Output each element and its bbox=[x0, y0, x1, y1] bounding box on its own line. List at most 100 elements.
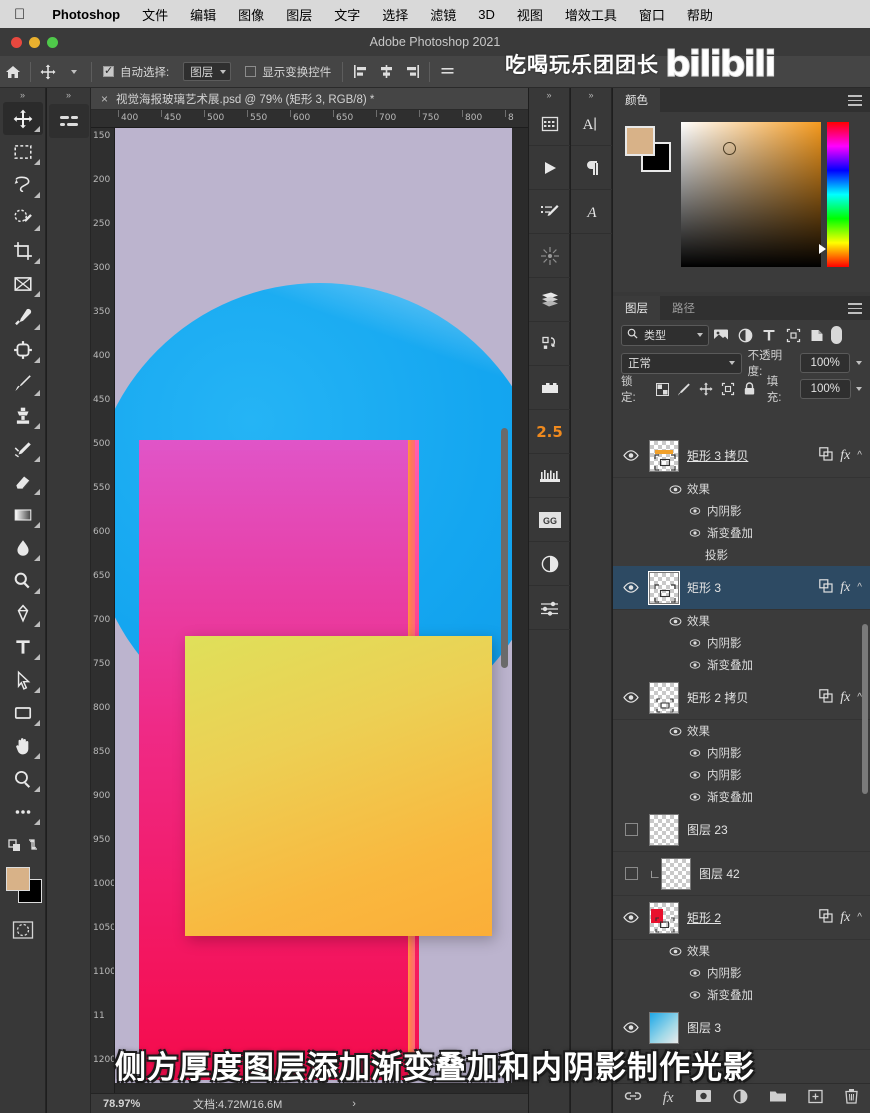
auto-select-option[interactable]: 自动选择: bbox=[96, 56, 176, 88]
eye-icon[interactable] bbox=[613, 1022, 649, 1033]
eye-icon[interactable] bbox=[688, 771, 702, 779]
table-row[interactable]: 矩形 2 拷贝 fx ^ bbox=[613, 676, 870, 720]
layer-thumbnail[interactable] bbox=[649, 901, 679, 934]
layer-effect-item[interactable]: 渐变叠加 bbox=[613, 654, 870, 676]
layer-effect-item[interactable]: 内阴影 bbox=[613, 632, 870, 654]
edit-toolbar-tool[interactable] bbox=[3, 795, 43, 828]
eye-icon[interactable] bbox=[613, 912, 649, 923]
show-transform-checkbox[interactable] bbox=[245, 66, 257, 77]
crop-tool[interactable] bbox=[3, 234, 43, 267]
spot-healing-brush-tool[interactable] bbox=[3, 333, 43, 366]
auto-select-checkbox[interactable] bbox=[103, 64, 114, 77]
eye-icon[interactable] bbox=[668, 946, 682, 956]
layer-effect-item[interactable]: 渐变叠加 bbox=[613, 786, 870, 808]
delete-layer-icon[interactable] bbox=[844, 1088, 859, 1109]
table-row[interactable]: 图层 3 bbox=[613, 1006, 870, 1050]
artboard[interactable] bbox=[115, 128, 512, 1083]
menu-item-image[interactable]: 图像 bbox=[227, 5, 275, 24]
layer-filter-kind-select[interactable]: 类型 bbox=[621, 324, 709, 346]
layer-thumbnail[interactable] bbox=[649, 681, 679, 714]
menu-item-window[interactable]: 窗口 bbox=[628, 5, 676, 24]
align-right-icon[interactable] bbox=[399, 56, 425, 88]
fx-icon[interactable]: fx bbox=[840, 448, 850, 464]
auto-select-scope-select[interactable]: 图层 bbox=[176, 56, 238, 88]
eye-icon[interactable] bbox=[613, 692, 649, 703]
eye-icon[interactable] bbox=[668, 726, 682, 736]
layer-thumbnail[interactable] bbox=[649, 1011, 679, 1044]
tab-color[interactable]: 颜色 bbox=[613, 88, 660, 112]
eye-icon[interactable] bbox=[688, 639, 702, 647]
rectangular-marquee-tool[interactable] bbox=[3, 135, 43, 168]
eraser-tool[interactable] bbox=[3, 465, 43, 498]
sparkle-icon[interactable] bbox=[529, 234, 570, 278]
character-panel-icon[interactable] bbox=[529, 102, 570, 146]
layer-thumbnail[interactable] bbox=[649, 439, 679, 472]
layer-effect-item[interactable]: 内阴影 bbox=[613, 742, 870, 764]
fx-icon[interactable]: fx bbox=[840, 690, 850, 706]
eye-icon[interactable] bbox=[688, 507, 702, 515]
filter-toggle-icon[interactable] bbox=[829, 324, 843, 346]
paragraph-icon[interactable] bbox=[571, 146, 612, 190]
lock-all-icon[interactable] bbox=[741, 380, 758, 398]
menu-item-edit[interactable]: 编辑 bbox=[179, 5, 227, 24]
menu-item-3d[interactable]: 3D bbox=[467, 7, 506, 22]
version-badge[interactable]: 2.5 bbox=[529, 410, 570, 454]
tab-layers[interactable]: 图层 bbox=[613, 296, 660, 320]
chevron-up-icon[interactable]: ^ bbox=[857, 912, 862, 923]
color-field[interactable] bbox=[681, 122, 821, 267]
table-row[interactable]: 矩形 3 fx ^ bbox=[613, 566, 870, 610]
dodge-tool[interactable] bbox=[3, 564, 43, 597]
layer-effect-item[interactable]: 内阴影 bbox=[613, 962, 870, 984]
eye-icon[interactable] bbox=[613, 582, 649, 593]
eyedropper-tool[interactable] bbox=[3, 300, 43, 333]
link-icon[interactable] bbox=[819, 579, 833, 596]
frame-tool[interactable] bbox=[3, 267, 43, 300]
opacity-value[interactable]: 100% bbox=[800, 353, 850, 373]
menu-item-file[interactable]: 文件 bbox=[131, 5, 179, 24]
apple-icon[interactable]:  bbox=[14, 7, 25, 22]
panel-menu-icon[interactable] bbox=[848, 303, 862, 317]
canvas-vertical-scrollbar[interactable] bbox=[501, 428, 508, 668]
layer-name[interactable]: 矩形 3 bbox=[687, 579, 819, 596]
layer-name[interactable]: 矩形 2 拷贝 bbox=[687, 689, 819, 706]
layer-name[interactable]: 图层 42 bbox=[699, 865, 870, 882]
move-tool[interactable] bbox=[2, 102, 43, 135]
lock-image-icon[interactable] bbox=[676, 380, 693, 398]
shape-filter-icon[interactable] bbox=[781, 324, 805, 346]
new-adjustment-layer-icon[interactable] bbox=[733, 1089, 748, 1109]
table-row[interactable]: 矩形 3 拷贝 fx ^ bbox=[613, 434, 870, 478]
menu-item-filter[interactable]: 滤镜 bbox=[419, 5, 467, 24]
blend-mode-select[interactable]: 正常 bbox=[621, 352, 742, 374]
visibility-checkbox[interactable] bbox=[613, 867, 649, 880]
link-icon[interactable] bbox=[819, 909, 833, 926]
close-icon[interactable]: × bbox=[101, 92, 108, 106]
gg-plugin-icon[interactable]: GG bbox=[529, 498, 570, 542]
minimize-button[interactable] bbox=[29, 36, 40, 48]
table-row[interactable]: ∟ 图层 42 bbox=[613, 852, 870, 896]
layer-effects-group[interactable]: 效果 bbox=[613, 610, 870, 632]
menu-item-photoshop[interactable]: Photoshop bbox=[41, 7, 131, 22]
fx-icon[interactable]: fx bbox=[840, 910, 850, 926]
hue-slider-marker[interactable] bbox=[819, 244, 826, 254]
path-selection-tool[interactable] bbox=[3, 663, 43, 696]
eye-icon[interactable] bbox=[668, 616, 682, 626]
tab-paths[interactable]: 路径 bbox=[660, 296, 707, 320]
eye-icon[interactable] bbox=[613, 450, 649, 461]
align-left-icon[interactable] bbox=[347, 56, 373, 88]
table-row[interactable]: 矩形 2 fx ^ bbox=[613, 896, 870, 940]
align-top-icon[interactable] bbox=[434, 56, 460, 88]
lock-artboard-icon[interactable] bbox=[719, 380, 736, 398]
foreground-color-swatch[interactable] bbox=[625, 126, 655, 156]
layer-thumbnail[interactable] bbox=[661, 857, 691, 890]
eye-icon[interactable] bbox=[688, 969, 702, 977]
chevron-up-icon[interactable]: ^ bbox=[857, 450, 862, 461]
contrast-circle-icon[interactable] bbox=[529, 542, 570, 586]
maximize-button[interactable] bbox=[47, 36, 58, 48]
layer-effect-item[interactable]: 投影 bbox=[613, 544, 870, 566]
foreground-color-swatch[interactable] bbox=[5, 867, 30, 891]
eye-icon[interactable] bbox=[688, 793, 702, 801]
link-layers-icon[interactable] bbox=[624, 1089, 642, 1108]
actions-play-icon[interactable] bbox=[529, 146, 570, 190]
menu-item-type[interactable]: 文字 bbox=[323, 5, 371, 24]
layer-effect-item[interactable]: 内阴影 bbox=[613, 500, 870, 522]
